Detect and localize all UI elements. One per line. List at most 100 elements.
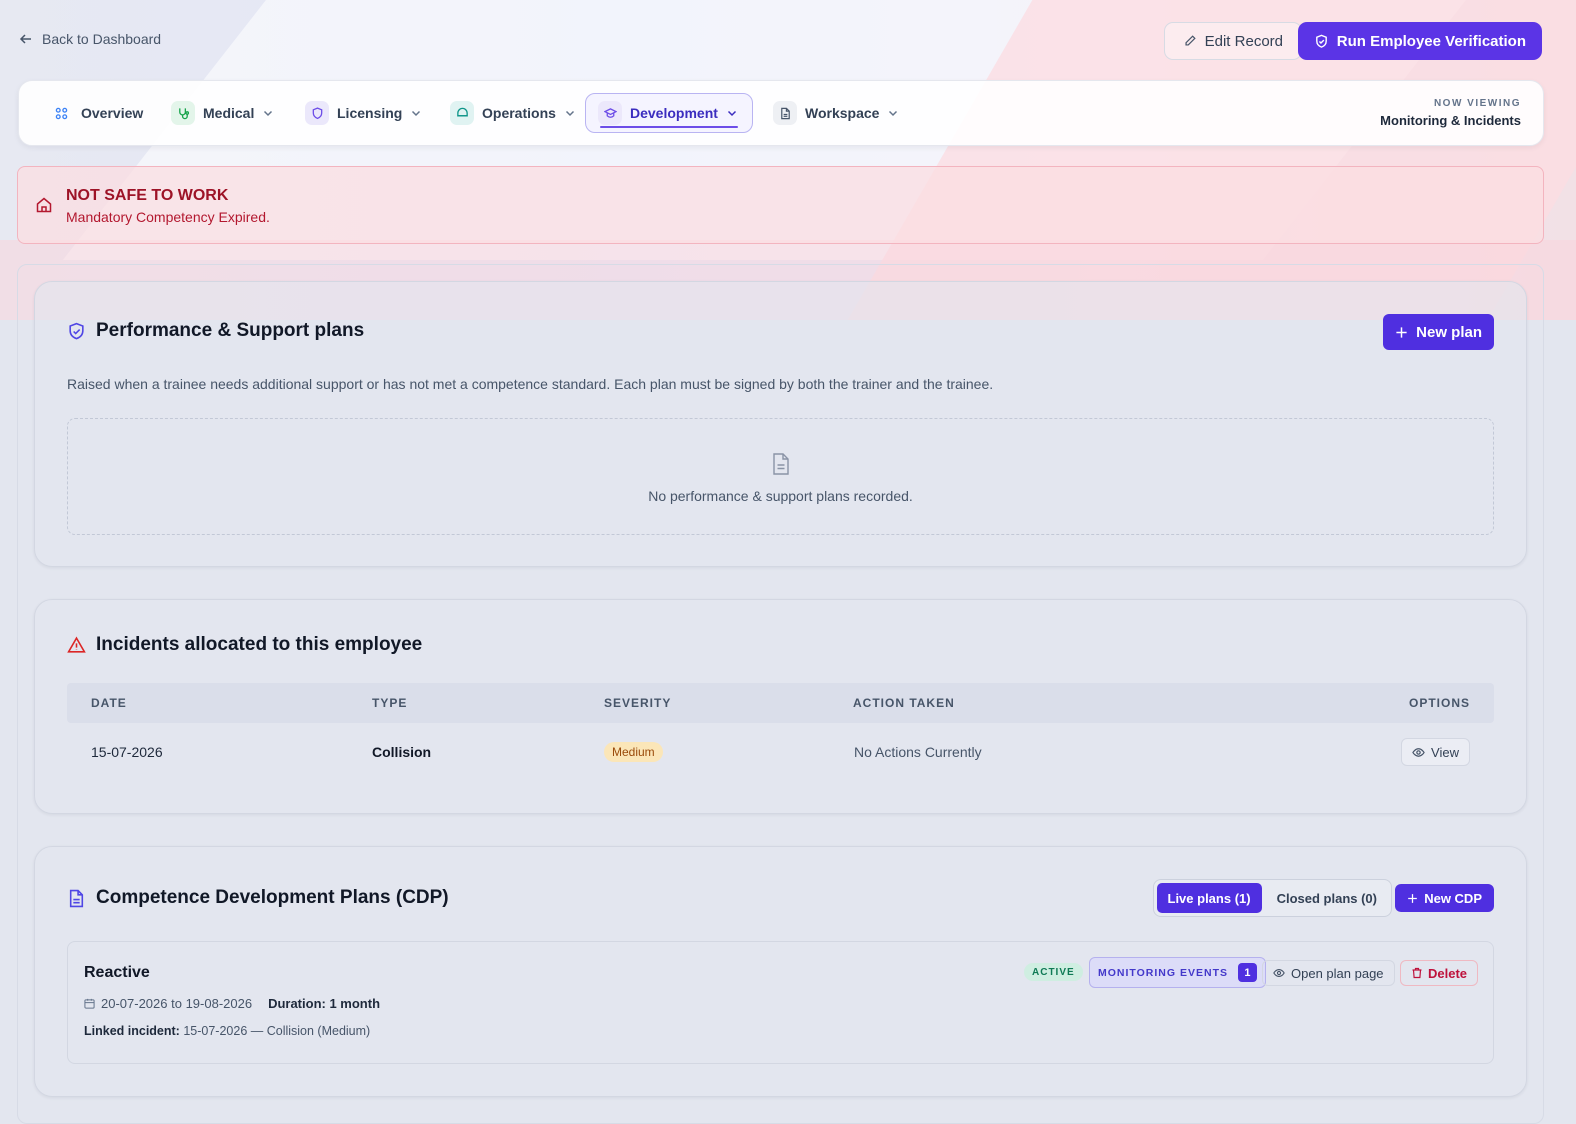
tab-overview-label: Overview xyxy=(81,105,144,121)
incident-action: No Actions Currently xyxy=(854,744,982,760)
shield-check-icon xyxy=(1315,34,1327,48)
incidents-title: Incidents allocated to this employee xyxy=(67,634,422,656)
tab-licensing-label: Licensing xyxy=(337,105,403,121)
chevron-down-icon xyxy=(412,110,421,117)
column-header-options: OPTIONS xyxy=(1408,696,1470,710)
tab-medical[interactable]: Medical xyxy=(159,93,286,133)
plus-icon xyxy=(1396,326,1407,338)
open-plan-label: Open plan page xyxy=(1291,965,1384,981)
column-header-severity: SEVERITY xyxy=(604,696,672,710)
plan-dates: 20-07-2026 to 19-08-2026 Duration: 1 mon… xyxy=(84,996,380,1011)
plus-icon xyxy=(1408,893,1418,903)
new-plan-button[interactable]: New plan xyxy=(1383,314,1494,350)
run-verification-button[interactable]: Run Employee Verification xyxy=(1297,22,1542,60)
cdp-card: Competence Development Plans (CDP) Live … xyxy=(34,846,1527,1097)
tab-development[interactable]: Development xyxy=(585,93,753,133)
house-icon xyxy=(36,197,52,213)
delete-plan-button[interactable]: Delete xyxy=(1400,960,1479,986)
new-plan-label: New plan xyxy=(1416,323,1482,341)
column-header-action: ACTION TAKEN xyxy=(853,696,955,710)
tab-workspace[interactable]: Workspace xyxy=(761,93,911,133)
incidents-title-text: Incidents allocated to this employee xyxy=(96,634,423,655)
closed-plans-tab[interactable]: Closed plans (0) xyxy=(1266,883,1388,913)
tab-operations[interactable]: Operations xyxy=(438,93,588,133)
cdp-title: Competence Development Plans (CDP) xyxy=(67,887,449,909)
empty-state: No performance & support plans recorded. xyxy=(67,418,1494,535)
active-tab-underline xyxy=(600,126,738,128)
duration-value: 1 month xyxy=(329,996,381,1011)
shield-check-icon xyxy=(69,322,84,340)
safety-alert: NOT SAFE TO WORK Mandatory Competency Ex… xyxy=(17,166,1544,244)
cap-icon xyxy=(450,101,474,125)
cdp-plan-card: Reactive 20-07-2026 to 19-08-2026 Durati… xyxy=(67,941,1494,1064)
eye-icon xyxy=(1412,747,1425,757)
chevron-down-icon xyxy=(565,110,574,117)
tab-workspace-label: Workspace xyxy=(805,105,880,121)
edit-record-button[interactable]: Edit Record xyxy=(1163,22,1302,60)
table-header: DATE TYPE SEVERITY ACTION TAKEN OPTIONS xyxy=(67,683,1494,723)
edit-record-label: Edit Record xyxy=(1204,32,1283,50)
section-nav: Overview Medical Licensing Operations De… xyxy=(18,80,1544,146)
chevron-down-icon xyxy=(264,110,273,117)
linked-incident-value: 15-07-2026 — Collision (Medium) xyxy=(183,1024,371,1038)
linked-incident: Linked incident: 15-07-2026 — Collision … xyxy=(84,1024,370,1038)
open-plan-button[interactable]: Open plan page xyxy=(1262,960,1395,986)
plan-date-range: 20-07-2026 to 19-08-2026 xyxy=(101,996,253,1011)
run-verification-label: Run Employee Verification xyxy=(1336,32,1526,50)
delete-label: Delete xyxy=(1428,965,1468,981)
now-viewing: NOW VIEWING Monitoring & Incidents xyxy=(1380,98,1521,128)
alert-title: NOT SAFE TO WORK xyxy=(66,187,229,204)
incidents-card: Incidents allocated to this employee DAT… xyxy=(34,599,1527,814)
back-link-label: Back to Dashboard xyxy=(42,31,162,47)
incident-type: Collision xyxy=(372,744,432,760)
performance-title-text: Performance & Support plans xyxy=(96,320,365,341)
column-header-type: TYPE xyxy=(372,696,408,710)
graduation-cap-icon xyxy=(598,101,622,125)
performance-title: Performance & Support plans xyxy=(67,320,364,342)
top-bar: Back to Dashboard Edit Record Run Employ… xyxy=(18,22,1542,60)
tab-operations-label: Operations xyxy=(482,105,556,121)
plan-filter-toggle: Live plans (1) Closed plans (0) xyxy=(1152,879,1392,917)
warning-triangle-icon xyxy=(67,636,86,653)
column-header-date: DATE xyxy=(91,696,127,710)
stethoscope-icon xyxy=(171,101,195,125)
trash-icon xyxy=(1412,967,1422,979)
arrow-left-icon xyxy=(19,34,31,44)
back-to-dashboard-link[interactable]: Back to Dashboard xyxy=(18,31,161,47)
plan-title: Reactive xyxy=(84,964,150,981)
view-incident-button[interactable]: View xyxy=(1401,738,1470,766)
tab-medical-label: Medical xyxy=(203,105,255,121)
alert-message: Mandatory Competency Expired. xyxy=(66,209,270,225)
document-icon xyxy=(69,889,84,907)
now-viewing-label: NOW VIEWING xyxy=(1433,98,1521,109)
view-label: View xyxy=(1431,744,1459,760)
cdp-title-text: Competence Development Plans (CDP) xyxy=(96,887,449,908)
eye-icon xyxy=(1273,969,1285,977)
monitoring-events-button[interactable]: MONITORING EVENTS 1 xyxy=(1089,957,1266,988)
new-cdp-label: New CDP xyxy=(1424,890,1482,906)
tab-overview[interactable]: Overview xyxy=(37,93,155,133)
incident-date: 15-07-2026 xyxy=(91,744,163,760)
status-badge: ACTIVE xyxy=(1024,963,1083,981)
tab-licensing[interactable]: Licensing xyxy=(293,93,434,133)
file-icon xyxy=(772,453,789,475)
pencil-icon xyxy=(1185,35,1196,46)
plan-duration: Duration: 1 month xyxy=(268,996,380,1011)
performance-support-card: Performance & Support plans New plan Rai… xyxy=(34,281,1527,567)
live-plans-tab[interactable]: Live plans (1) xyxy=(1156,883,1262,913)
monitoring-events-label: MONITORING EVENTS xyxy=(1098,966,1228,979)
chevron-down-icon xyxy=(889,110,898,117)
document-icon xyxy=(773,101,797,125)
linked-incident-label: Linked incident: xyxy=(84,1024,180,1038)
chevron-down-icon xyxy=(727,110,736,117)
empty-state-text: No performance & support plans recorded. xyxy=(648,488,913,504)
performance-description: Raised when a trainee needs additional s… xyxy=(67,376,994,392)
severity-badge: Medium xyxy=(604,742,663,762)
grid-icon xyxy=(49,101,73,125)
calendar-icon xyxy=(84,998,95,1009)
tab-development-label: Development xyxy=(630,105,718,121)
now-viewing-value: Monitoring & Incidents xyxy=(1380,113,1521,128)
shield-icon xyxy=(305,101,329,125)
new-cdp-button[interactable]: New CDP xyxy=(1395,884,1494,912)
duration-label: Duration: xyxy=(268,996,326,1011)
